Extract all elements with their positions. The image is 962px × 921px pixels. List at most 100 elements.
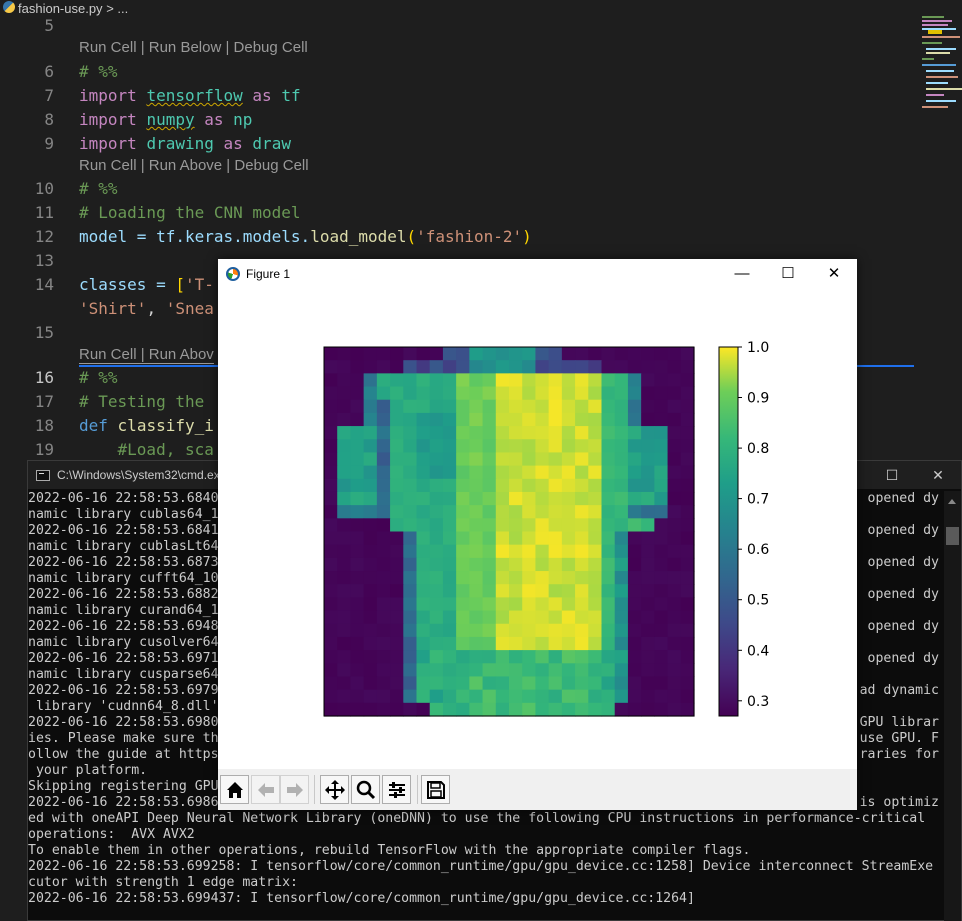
heatmap-cell [456,676,470,691]
minimap[interactable] [920,14,962,124]
codelens-run-cell[interactable]: Run Cell | Run Below | Debug Cell [79,39,308,56]
heatmap-cell [456,636,470,651]
scrollbar-thumb[interactable] [946,527,959,545]
heatmap-cell [654,518,669,533]
home-button[interactable] [220,775,249,804]
line-number: 13 [34,251,54,270]
code-line-11[interactable]: # Loading the CNN model [79,203,301,222]
heatmap-cell [601,478,616,493]
heatmap-cell [588,531,603,546]
heatmap-cell [442,439,457,454]
heatmap-cell [442,571,457,585]
heatmap-cell [548,689,563,704]
heatmap-cell [548,702,563,717]
pan-button[interactable] [320,775,349,804]
heatmap-cell [390,386,404,401]
heatmap-cell [482,636,497,651]
heatmap-cell [495,650,510,664]
console-line-tail: is optimiz [859,795,939,810]
heatmap-cell [654,650,669,664]
heatmap-cell [548,597,563,612]
heatmap-cell [588,623,603,638]
code-line-10[interactable]: # %% [79,179,118,198]
heatmap-cell [614,426,629,440]
heatmap-cell [469,439,484,454]
console-line-tail: opened dy [867,651,939,666]
heatmap-cell [535,439,550,454]
heatmap-cell [548,518,563,533]
back-button[interactable] [251,775,280,804]
code-line-18[interactable]: def classify_i [79,416,214,435]
heatmap-cell [456,426,470,440]
console-line: 2022-06-16 22:58:53.6840 [28,491,219,506]
figure-canvas[interactable]: 1.0 0.9 0.8 0.7 0.6 0.5 0.4 0.3 [218,259,857,769]
heatmap-cell [667,623,682,638]
console-line: library 'cudnn64_8.dll' [28,699,219,714]
code-line-9[interactable]: import drawing as draw [79,134,291,153]
heatmap-cell [654,386,669,401]
heatmap-cell [575,518,589,533]
heatmap-cell [654,465,669,480]
heatmap-cell [680,689,695,704]
code-line-19[interactable]: #Load, sca [79,440,214,459]
file-name[interactable]: fashion-use.py [18,1,103,16]
console-line: To enable them in other operations, rebu… [28,843,751,858]
heatmap-cell [363,491,378,506]
heatmap-cell [627,465,642,480]
heatmap-cell [601,544,616,559]
code-line-6[interactable]: # %% [79,62,118,81]
heatmap-cell [363,557,378,572]
codelens-run-cell[interactable]: Run Cell | Run Abov [79,346,214,364]
heatmap-cell [416,505,431,519]
maximize-button[interactable]: ☐ [869,461,915,489]
code-line-12[interactable]: model = tf.keras.models.load_model('fash… [79,227,532,246]
heatmap-cell [641,465,655,480]
heatmap-cell [495,636,510,651]
console-line: 2022-06-16 22:58:53.699437: I tensorflow… [28,891,695,906]
pan-icon [324,779,345,800]
heatmap-cell [667,663,682,678]
breadcrumb[interactable]: fashion-use.py > ... [0,0,962,17]
heatmap-cell [667,412,682,427]
heatmap-cell [535,426,550,440]
save-button[interactable] [421,775,450,804]
heatmap-cell [429,491,444,506]
heatmap-cell [456,610,470,625]
heatmap-cell [548,491,563,506]
heatmap-cell [627,650,642,664]
heatmap-cell [495,571,510,585]
console-line: 2022-06-16 22:58:53.6841 [28,523,219,538]
code-line-14-wrap[interactable]: 'Shirt', 'Snea [79,299,214,318]
heatmap-cell [641,426,655,440]
heatmap-cell [442,544,457,559]
heatmap-cell [442,347,457,361]
codelens-run-cell[interactable]: Run Cell | Run Above | Debug Cell [79,157,309,174]
scroll-up-icon[interactable] [948,499,956,504]
heatmap-cell [482,623,497,638]
figure-window[interactable]: Figure 1 — ☐ ✕ 1.0 0.9 0.8 0.7 0.6 0.5 0… [218,259,857,810]
figure-toolbar[interactable] [218,769,857,810]
heatmap-cell [482,452,497,467]
breadcrumb-rest[interactable]: > ... [106,1,128,16]
code-line-17[interactable]: # Testing the [79,392,204,411]
zoom-button[interactable] [351,775,380,804]
code-line-14[interactable]: classes = ['T- [79,275,214,294]
code-line-8[interactable]: import numpy as np [79,110,252,129]
heatmap-cell [469,347,484,361]
heatmap-cell [588,426,603,440]
scrollbar[interactable] [944,491,961,921]
heatmap-cell [509,689,523,704]
heatmap-cell [482,360,497,374]
heatmap-cell [561,347,576,361]
code-line-16[interactable]: # %% [79,368,118,387]
configure-subplots-button[interactable] [382,775,411,804]
heatmap-cell [376,623,391,638]
close-button[interactable]: ✕ [915,461,961,489]
heatmap-cell [654,360,669,374]
heatmap-cell [575,439,589,454]
forward-button[interactable] [280,775,309,804]
code-line-7[interactable]: import tensorflow as tf [79,86,301,105]
heatmap-cell [416,557,431,572]
heatmap-cell [324,571,338,585]
console-line-tail: opened dy [867,587,939,602]
